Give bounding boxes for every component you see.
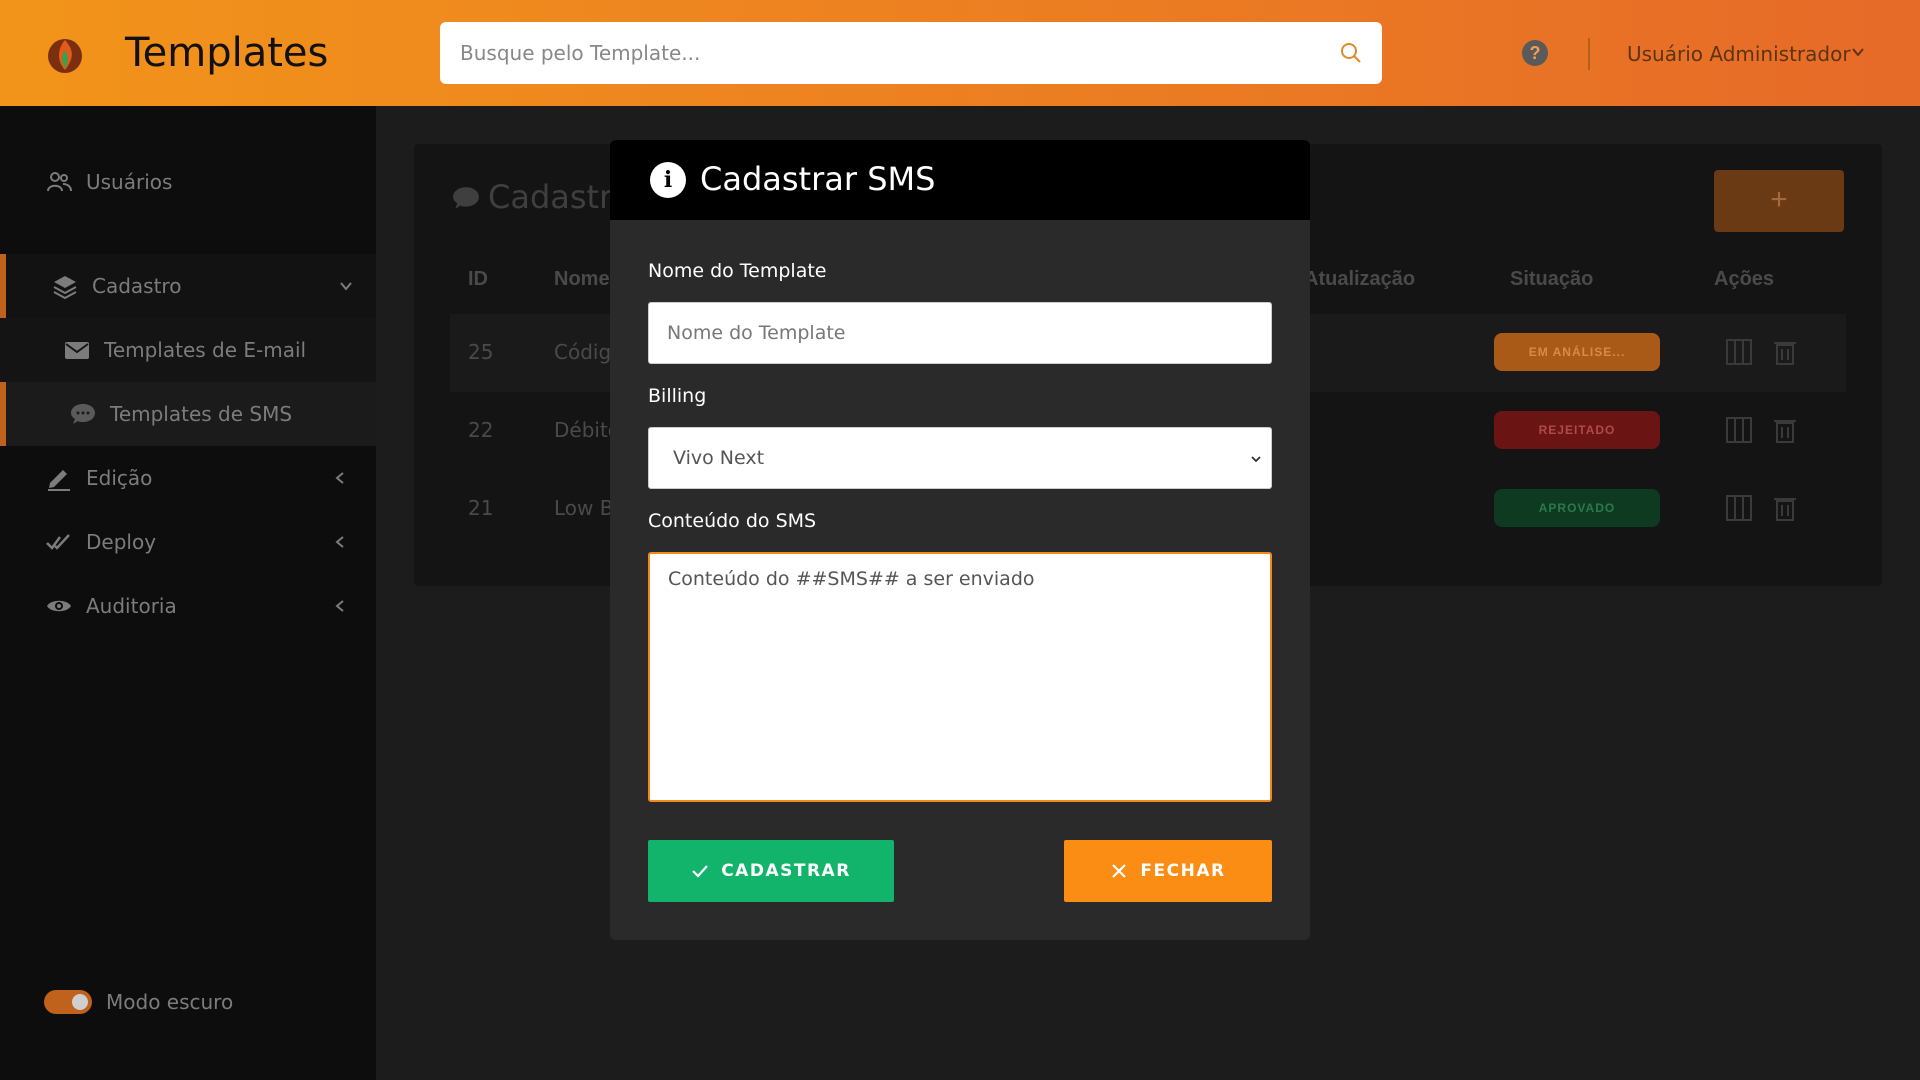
chevron-down-icon [1251,456,1261,463]
cell-name: Low B [554,496,614,520]
chevron-down-icon [340,282,352,291]
trash-icon[interactable] [1772,338,1798,366]
sidebar-item-templates-sms[interactable]: Templates de SMS [0,382,376,446]
sidebar-item-edicao[interactable]: Edição [0,446,376,510]
cell-id: 22 [468,418,494,442]
sidebar-item-usuarios[interactable]: Usuários [0,150,376,214]
template-name-input[interactable] [648,302,1272,364]
column-header-atualizacao: Atualização [1304,268,1416,290]
column-header-nome: Nome [554,268,610,290]
header-divider [1588,38,1590,70]
sms-content-label: Conteúdo do SMS [648,510,817,532]
envelope-icon [65,342,89,359]
double-check-icon [46,534,70,550]
layers-icon [53,276,77,299]
trash-icon[interactable] [1772,494,1798,522]
chat-bubble-icon [71,404,95,424]
search-icon[interactable] [1340,42,1362,64]
modal-title: Cadastrar SMS [700,160,936,198]
close-icon [1112,864,1127,878]
users-icon [47,172,72,192]
cell-id: 25 [468,340,494,364]
column-header-id: ID [468,268,488,290]
search-input[interactable] [440,22,1300,84]
cadastrar-button[interactable]: CADASTRAR [648,840,894,902]
chat-bubble-icon [453,187,479,209]
top-header: Templates ? Usuário Administrador [0,0,1920,106]
status-badge: REJEITADO [1494,411,1660,449]
chevron-left-icon [335,472,344,484]
sidebar-item-label: Usuários [86,170,173,194]
cell-id: 21 [468,496,494,520]
fechar-button-label: FECHAR [1140,861,1226,881]
view-columns-icon[interactable] [1726,338,1752,366]
column-header-situacao: Situação [1510,268,1594,290]
info-icon: i [650,162,686,198]
view-columns-icon[interactable] [1726,416,1752,444]
search-bar[interactable] [440,22,1382,84]
sidebar-item-cadastro[interactable]: Cadastro [0,254,376,318]
status-badge: EM ANÁLISE... [1494,333,1660,371]
cadastrar-sms-modal: i Cadastrar SMS Nome do Template Billing… [610,140,1310,940]
sidebar-item-label: Templates de E-mail [104,338,307,362]
sidebar-item-label: Deploy [86,530,157,554]
sms-content-textarea[interactable]: Conteúdo do ##SMS## a ser enviado [648,552,1272,802]
dark-mode-label: Modo escuro [106,990,234,1014]
logo-icon [48,39,82,73]
chevron-left-icon [335,536,344,548]
chevron-left-icon [335,600,344,612]
cadastrar-button-label: CADASTRAR [721,861,851,881]
trash-icon[interactable] [1772,416,1798,444]
app-title: Templates [125,30,329,76]
sidebar-item-auditoria[interactable]: Auditoria [0,574,376,638]
modal-header: i Cadastrar SMS [610,140,1310,220]
view-columns-icon[interactable] [1726,494,1752,522]
sidebar-item-label: Cadastro [92,274,182,298]
user-menu-name[interactable]: Usuário Administrador [1627,42,1851,66]
billing-select-value: Vivo Next [673,447,765,469]
pencil-icon [48,470,70,491]
dark-mode-toggle[interactable] [44,990,92,1014]
add-template-button[interactable]: + [1714,170,1844,232]
cell-name: Códig [554,340,612,364]
help-icon[interactable]: ? [1522,40,1548,66]
eye-icon [47,600,71,612]
fechar-button[interactable]: FECHAR [1064,840,1272,902]
column-header-acoes: Ações [1714,268,1775,290]
sidebar-item-label: Edição [86,466,153,490]
billing-label: Billing [648,385,707,407]
status-badge: APROVADO [1494,489,1660,527]
sidebar: Usuários Cadastro Templates de E-mail Te… [0,106,376,1080]
check-icon [692,865,709,878]
billing-select[interactable]: Vivo Next [648,427,1272,489]
sidebar-item-templates-email[interactable]: Templates de E-mail [0,318,376,382]
chevron-down-icon[interactable] [1850,44,1866,60]
sidebar-item-deploy[interactable]: Deploy [0,510,376,574]
sidebar-item-label: Auditoria [86,594,177,618]
template-name-label: Nome do Template [648,260,827,282]
sidebar-item-label: Templates de SMS [110,402,293,426]
